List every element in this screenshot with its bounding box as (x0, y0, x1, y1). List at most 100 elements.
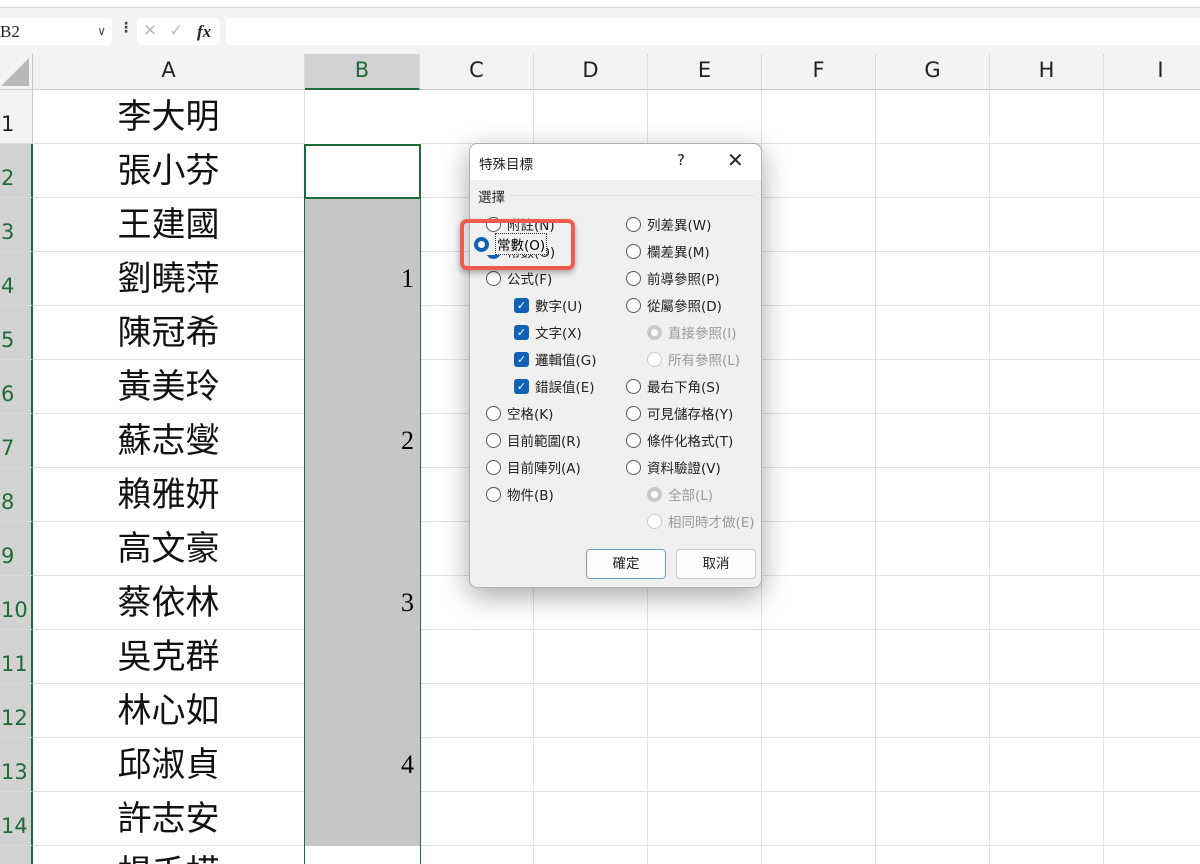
cell[interactable] (990, 90, 1104, 144)
cell-A15[interactable]: 楊千樺 (33, 846, 305, 864)
radio-icon[interactable] (626, 243, 641, 259)
cell[interactable] (534, 90, 648, 144)
cell[interactable] (990, 198, 1104, 252)
cell[interactable] (990, 684, 1104, 738)
option-right-6[interactable]: 最右下角(S) (626, 376, 720, 396)
radio-icon[interactable] (474, 236, 489, 252)
column-header-E[interactable]: E (648, 54, 762, 90)
checkbox-icon[interactable]: ✓ (514, 324, 529, 340)
cell[interactable] (990, 630, 1104, 684)
cell[interactable] (420, 90, 534, 144)
option-right-8[interactable]: 條件化格式(T) (626, 430, 733, 450)
cell[interactable] (1104, 684, 1200, 738)
row-header-9[interactable]: 9 (0, 522, 33, 576)
row-header-3[interactable]: 3 (0, 198, 33, 252)
cell[interactable] (876, 306, 990, 360)
option-left-2[interactable]: 公式(F) (486, 268, 552, 288)
cell[interactable] (876, 468, 990, 522)
row-header-11[interactable]: 11 (0, 630, 33, 684)
cell[interactable] (876, 252, 990, 306)
cell[interactable] (990, 252, 1104, 306)
cell[interactable] (1104, 198, 1200, 252)
cell[interactable] (1104, 630, 1200, 684)
option-left-7[interactable]: 空格(K) (486, 403, 553, 423)
cell[interactable] (1104, 522, 1200, 576)
cell[interactable] (876, 792, 990, 846)
radio-icon[interactable] (626, 459, 641, 475)
radio-icon[interactable] (626, 297, 641, 313)
cell-A10[interactable]: 蔡依林 (33, 576, 305, 630)
radio-icon[interactable] (486, 405, 501, 421)
row-header-6[interactable]: 6 (0, 360, 33, 414)
cell[interactable] (990, 306, 1104, 360)
cell[interactable] (648, 738, 762, 792)
cell[interactable] (762, 630, 876, 684)
cell[interactable] (876, 198, 990, 252)
radio-icon[interactable] (486, 486, 501, 502)
column-header-G[interactable]: G (876, 54, 990, 90)
cell[interactable] (1104, 846, 1200, 864)
merged-cell-B[interactable]: 3 (305, 522, 420, 684)
radio-icon[interactable] (626, 405, 641, 421)
option-right-1[interactable]: 欄差異(M) (626, 241, 710, 261)
cell[interactable] (762, 792, 876, 846)
option-left-6[interactable]: ✓ 錯誤值(E) (514, 376, 595, 396)
cell[interactable] (876, 846, 990, 864)
option-left-3[interactable]: ✓ 數字(U) (514, 295, 582, 315)
cell[interactable] (648, 90, 762, 144)
row-header-10[interactable]: 10 (0, 576, 33, 630)
cell[interactable] (990, 846, 1104, 864)
cell[interactable] (1104, 360, 1200, 414)
cell-A5[interactable]: 陳冠希 (33, 306, 305, 360)
radio-icon[interactable] (626, 432, 641, 448)
row-header-2[interactable]: 2 (0, 144, 33, 198)
cell[interactable] (876, 576, 990, 630)
radio-icon[interactable] (626, 378, 641, 394)
cell-A11[interactable]: 吳克群 (33, 630, 305, 684)
cell[interactable] (876, 144, 990, 198)
cancel-icon[interactable]: ✕ (143, 18, 157, 45)
cell-A1[interactable]: 李大明 (33, 90, 305, 144)
column-header-D[interactable]: D (534, 54, 648, 90)
ok-button[interactable]: 確定 (586, 549, 666, 579)
cell-A4[interactable]: 劉曉萍 (33, 252, 305, 306)
cell[interactable] (990, 144, 1104, 198)
cell[interactable] (762, 684, 876, 738)
cell[interactable] (420, 630, 534, 684)
radio-icon[interactable] (626, 216, 641, 232)
cell-A8[interactable]: 賴雅妍 (33, 468, 305, 522)
cell-A12[interactable]: 林心如 (33, 684, 305, 738)
cell[interactable] (762, 360, 876, 414)
cell[interactable] (990, 576, 1104, 630)
cell[interactable] (1104, 414, 1200, 468)
merged-cell-B[interactable]: 1 (305, 198, 420, 360)
cell[interactable] (876, 684, 990, 738)
option-right-0[interactable]: 列差異(W) (626, 214, 711, 234)
cell[interactable] (1104, 576, 1200, 630)
radio-icon[interactable] (626, 270, 641, 286)
row-header-4[interactable]: 4 (0, 252, 33, 306)
checkbox-icon[interactable]: ✓ (514, 351, 529, 367)
chevron-down-icon[interactable]: ∨ (97, 18, 106, 45)
row-header-1[interactable]: 1 (0, 90, 33, 144)
option-left-9[interactable]: 目前陣列(A) (486, 457, 581, 477)
option-right-2[interactable]: 前導參照(P) (626, 268, 720, 288)
cell-A3[interactable]: 王建國 (33, 198, 305, 252)
cell[interactable] (648, 684, 762, 738)
option-left-8[interactable]: 目前範圍(R) (486, 430, 581, 450)
cell[interactable] (990, 468, 1104, 522)
cell[interactable] (534, 792, 648, 846)
row-header-15[interactable]: 15 (0, 846, 33, 864)
row-header-14[interactable]: 14 (0, 792, 33, 846)
cell-A7[interactable]: 蘇志燮 (33, 414, 305, 468)
active-cell-B2[interactable] (304, 144, 421, 199)
column-header-F[interactable]: F (762, 54, 876, 90)
cell[interactable] (762, 144, 876, 198)
option-right-3[interactable]: 從屬參照(D) (626, 295, 722, 315)
option-left-4[interactable]: ✓ 文字(X) (514, 322, 582, 342)
cell-A13[interactable]: 邱淑貞 (33, 738, 305, 792)
checkbox-icon[interactable]: ✓ (514, 297, 529, 313)
cell[interactable] (1104, 468, 1200, 522)
cell[interactable] (1104, 738, 1200, 792)
cell[interactable] (762, 306, 876, 360)
